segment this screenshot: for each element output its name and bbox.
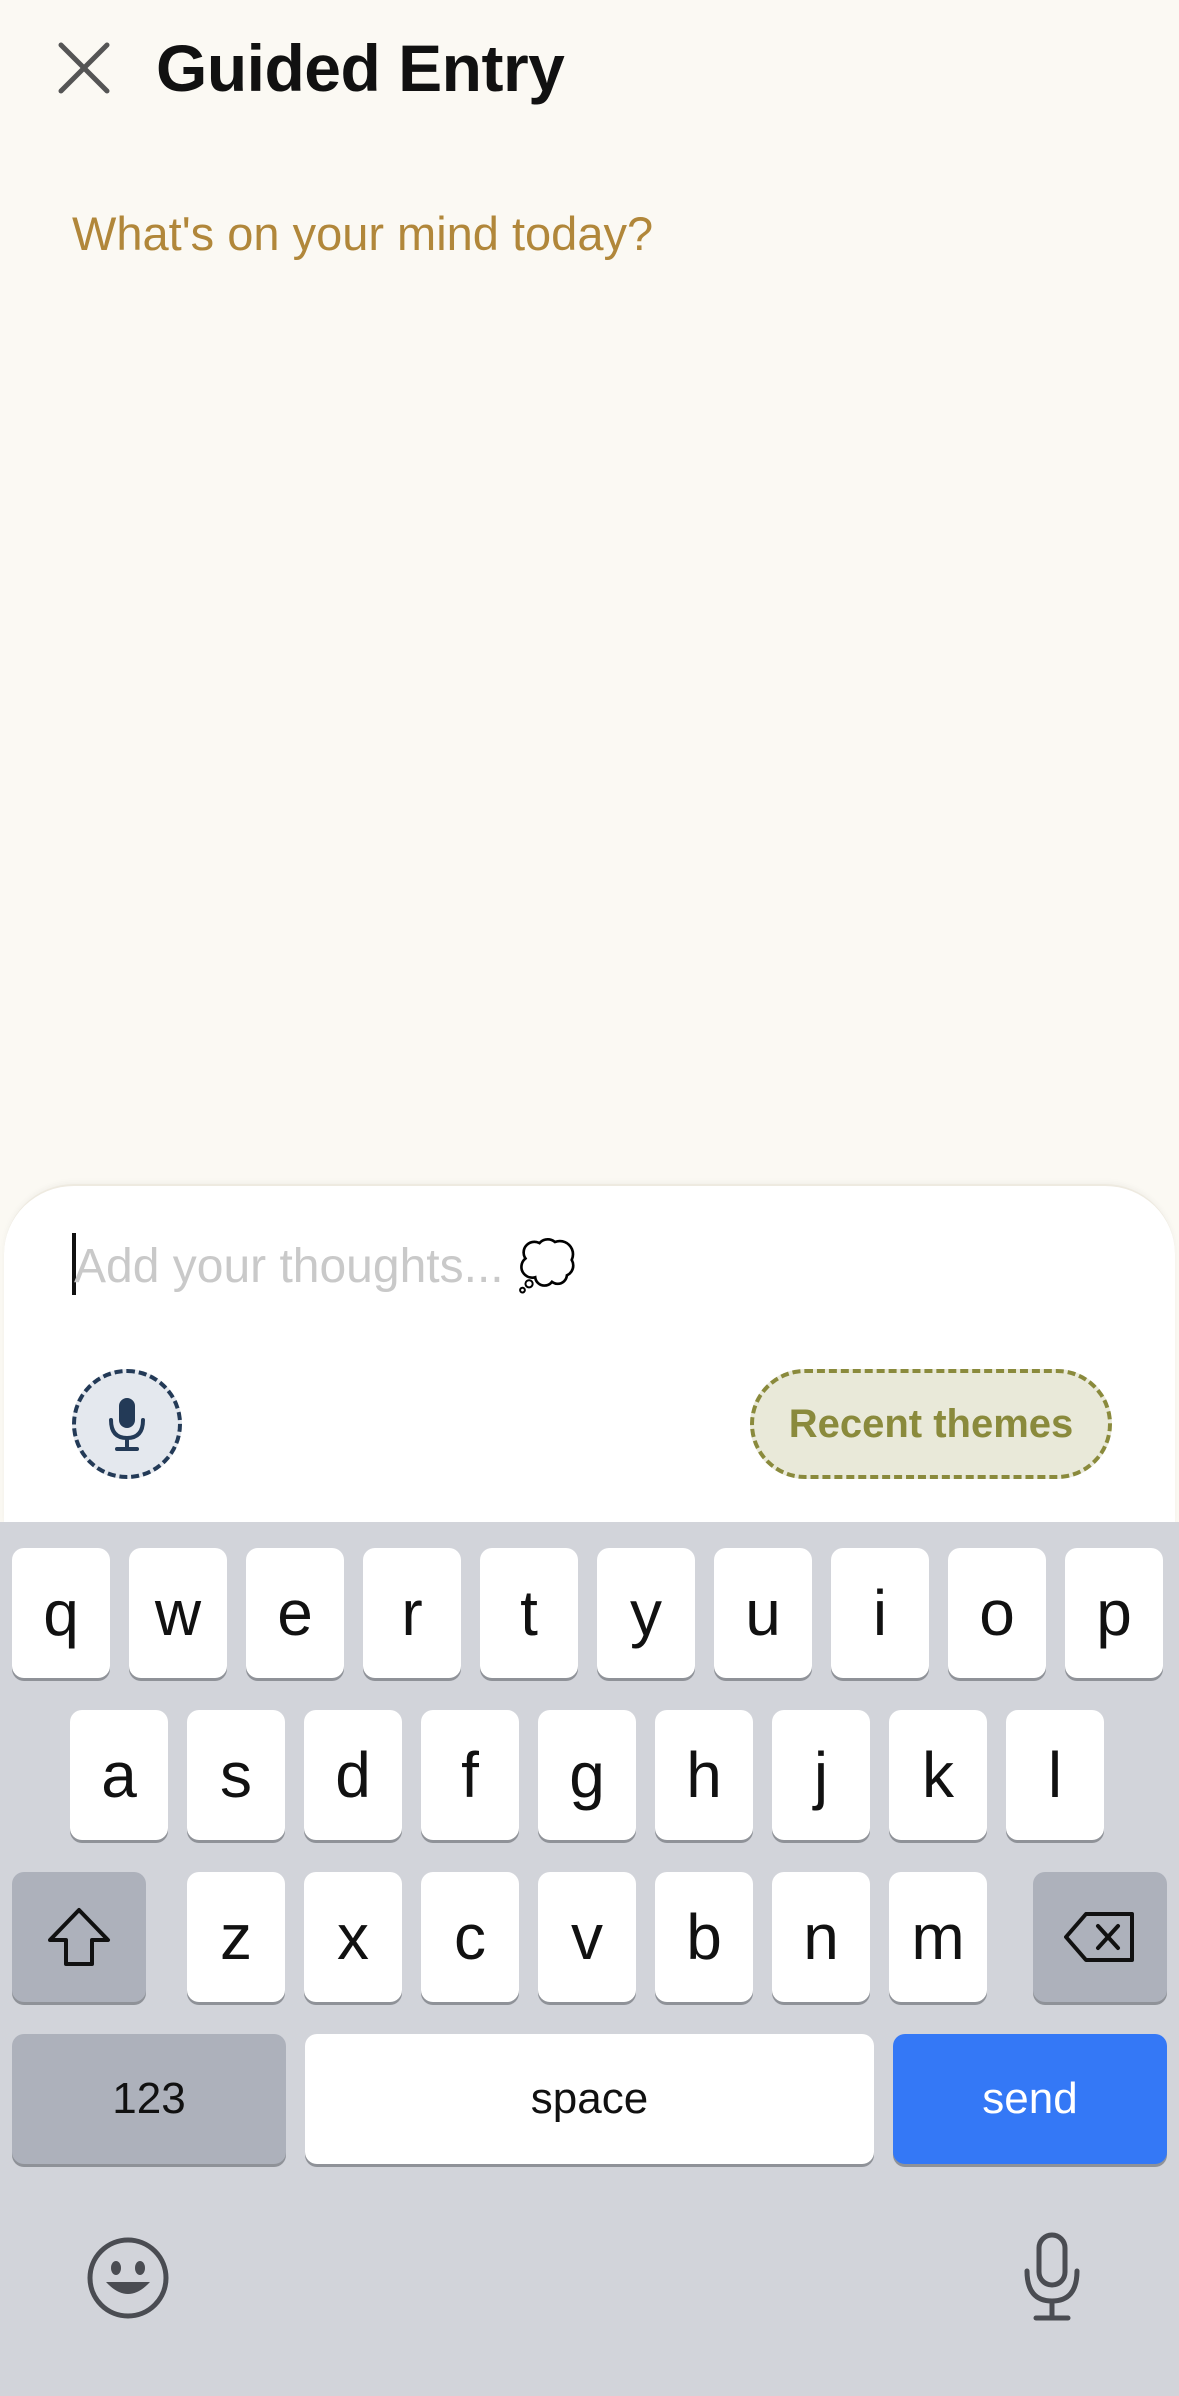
key-z[interactable]: z [187, 1872, 285, 2002]
header: Guided Entry [0, 0, 1179, 140]
microphone-icon [109, 1398, 145, 1451]
space-key[interactable]: space [305, 2034, 874, 2164]
key-a[interactable]: a [70, 1710, 168, 1840]
key-s[interactable]: s [187, 1710, 285, 1840]
key-g[interactable]: g [538, 1710, 636, 1840]
key-j[interactable]: j [772, 1710, 870, 1840]
key-t[interactable]: t [480, 1548, 578, 1678]
key-u[interactable]: u [714, 1548, 812, 1678]
page-title: Guided Entry [156, 31, 565, 105]
emoji-icon [87, 2237, 169, 2319]
key-f[interactable]: f [421, 1710, 519, 1840]
key-m[interactable]: m [889, 1872, 987, 2002]
key-n[interactable]: n [772, 1872, 870, 2002]
key-r[interactable]: r [363, 1548, 461, 1678]
close-button[interactable] [50, 34, 118, 102]
recent-themes-button[interactable]: Recent themes [750, 1369, 1112, 1479]
close-icon [58, 42, 110, 94]
key-y[interactable]: y [597, 1548, 695, 1678]
key-i[interactable]: i [831, 1548, 929, 1678]
numbers-key[interactable]: 123 [12, 2034, 286, 2164]
emoji-button[interactable] [80, 2230, 176, 2326]
shift-icon [48, 1908, 110, 1966]
composer-sheet: Recent themes [4, 1184, 1175, 1524]
dictation-button[interactable] [1004, 2222, 1100, 2332]
key-o[interactable]: o [948, 1548, 1046, 1678]
key-p[interactable]: p [1065, 1548, 1163, 1678]
voice-record-button[interactable] [72, 1369, 182, 1479]
key-c[interactable]: c [421, 1872, 519, 2002]
keyboard: q w e r t y u i o p a s d f g h j k l z … [0, 1522, 1179, 2396]
key-x[interactable]: x [304, 1872, 402, 2002]
thoughts-input[interactable] [74, 1226, 674, 1306]
backspace-key[interactable] [1033, 1872, 1167, 2002]
key-v[interactable]: v [538, 1872, 636, 2002]
journal-prompt: What's on your mind today? [72, 207, 654, 260]
send-key[interactable]: send [893, 2034, 1167, 2164]
key-d[interactable]: d [304, 1710, 402, 1840]
key-w[interactable]: w [129, 1548, 227, 1678]
key-k[interactable]: k [889, 1710, 987, 1840]
key-e[interactable]: e [246, 1548, 344, 1678]
key-q[interactable]: q [12, 1548, 110, 1678]
dictation-icon [1024, 2232, 1080, 2321]
key-l[interactable]: l [1006, 1710, 1104, 1840]
key-h[interactable]: h [655, 1710, 753, 1840]
key-b[interactable]: b [655, 1872, 753, 2002]
backspace-icon [1064, 1912, 1134, 1962]
shift-key[interactable] [12, 1872, 146, 2002]
